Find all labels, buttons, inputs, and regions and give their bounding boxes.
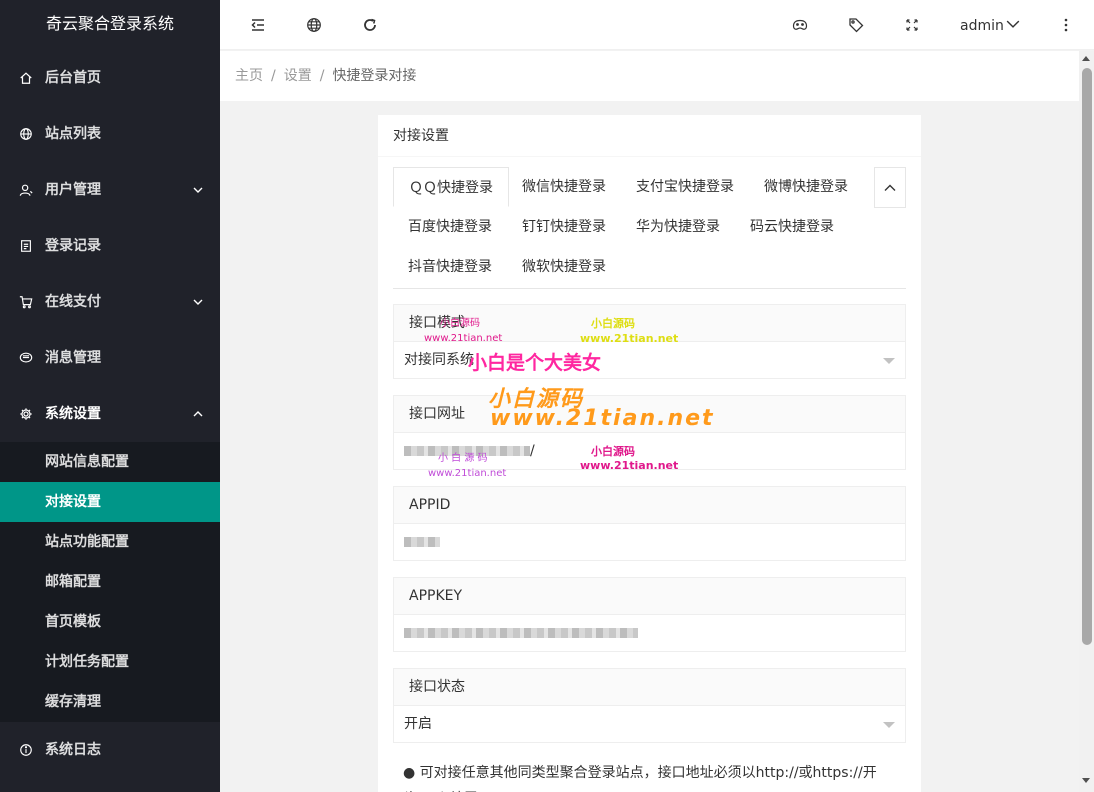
chevron-up-icon <box>193 411 203 417</box>
more-vertical-icon[interactable] <box>1058 17 1074 33</box>
select-value: 对接同系统 <box>404 352 474 368</box>
sidebar-item-users[interactable]: 用户管理 <box>0 162 220 218</box>
field-label: APPKEY <box>394 578 905 615</box>
appid-input[interactable] <box>394 524 905 560</box>
submenu-item-cron[interactable]: 计划任务配置 <box>0 642 220 682</box>
blurred-value <box>404 537 440 547</box>
interface-mode-select[interactable]: 对接同系统 <box>394 342 905 378</box>
tabs-collapse-toggle[interactable] <box>874 167 906 208</box>
sidebar-item-label: 站点列表 <box>45 126 101 142</box>
interface-url-input[interactable]: / <box>394 433 905 469</box>
scroll-up-arrow-icon[interactable] <box>1082 56 1090 61</box>
interface-status-select[interactable]: 开启 <box>394 706 905 742</box>
document-icon <box>18 238 34 254</box>
tab-microsoft[interactable]: 微软快捷登录 <box>507 247 621 287</box>
user-menu[interactable]: admin <box>960 17 1020 35</box>
submenu-item-email[interactable]: 邮箱配置 <box>0 562 220 602</box>
tab-dingtalk[interactable]: 钉钉快捷登录 <box>507 207 621 247</box>
tab-gitee[interactable]: 码云快捷登录 <box>735 207 849 247</box>
select-value: 开启 <box>404 716 432 732</box>
field-appid: APPID <box>393 486 906 561</box>
field-interface-mode: 接口模式 对接同系统 <box>393 304 906 379</box>
tab-alipay[interactable]: 支付宝快捷登录 <box>621 167 749 207</box>
sidebar-item-label: 系统设置 <box>45 406 101 422</box>
chevron-down-icon <box>1006 20 1020 28</box>
breadcrumb-separator: / <box>319 68 325 84</box>
card-title: 对接设置 <box>378 115 921 157</box>
gear-icon <box>18 406 34 422</box>
scrollbar-thumb[interactable] <box>1082 68 1092 645</box>
sidebar-item-label: 消息管理 <box>45 350 101 366</box>
sidebar-item-payment[interactable]: 在线支付 <box>0 274 220 330</box>
sidebar-item-sites[interactable]: 站点列表 <box>0 106 220 162</box>
tag-icon[interactable] <box>848 17 864 33</box>
field-label: 接口网址 <box>394 396 905 433</box>
sidebar-item-label: 用户管理 <box>45 182 101 198</box>
app-logo-title[interactable]: 奇云聚合登录系统 <box>0 0 220 50</box>
submenu-item-site-features[interactable]: 站点功能配置 <box>0 522 220 562</box>
chevron-up-icon <box>884 184 896 191</box>
user-icon <box>18 182 34 198</box>
scroll-down-arrow-icon[interactable] <box>1082 778 1090 783</box>
breadcrumb-settings[interactable]: 设置 <box>284 68 312 84</box>
sidebar-item-label: 在线支付 <box>45 294 101 310</box>
refresh-icon[interactable] <box>362 17 378 33</box>
sidebar-item-login-records[interactable]: 登录记录 <box>0 218 220 274</box>
username: admin <box>960 18 1004 34</box>
blurred-value <box>404 446 530 456</box>
blurred-value <box>404 628 638 638</box>
sidebar-item-system-settings[interactable]: 系统设置 <box>0 386 220 442</box>
sidebar: 奇云聚合登录系统 后台首页 站点列表 用户管理 登录记录 在线支付 消息管理 系… <box>0 0 220 792</box>
fullscreen-icon[interactable] <box>904 17 920 33</box>
tab-qq[interactable]: ＱＱ快捷登录 <box>393 167 509 207</box>
submenu-item-homepage-template[interactable]: 首页模板 <box>0 602 220 642</box>
sidebar-item-messages[interactable]: 消息管理 <box>0 330 220 386</box>
tab-huawei[interactable]: 华为快捷登录 <box>621 207 735 247</box>
breadcrumb-separator: / <box>271 68 276 84</box>
field-interface-url: 接口网址 / <box>393 395 906 470</box>
field-appkey: APPKEY <box>393 577 906 652</box>
submenu-item-integration[interactable]: 对接设置 <box>0 482 220 522</box>
sidebar-item-dashboard[interactable]: 后台首页 <box>0 50 220 106</box>
field-label: 接口状态 <box>394 669 905 706</box>
caret-down-icon <box>883 358 895 364</box>
home-icon <box>18 70 34 86</box>
breadcrumb: 主页 / 设置 / 快捷登录对接 <box>220 51 1079 101</box>
globe-icon[interactable] <box>306 17 322 33</box>
top-header: admin <box>220 0 1094 50</box>
help-note: ● 可对接任意其他同类型聚合登录站点，接口地址必须以http://或https:… <box>403 765 877 792</box>
breadcrumb-home[interactable]: 主页 <box>235 68 263 84</box>
theme-palette-icon[interactable] <box>792 17 808 33</box>
integration-settings-card: 对接设置 ＱＱ快捷登录 微信快捷登录 支付宝快捷登录 微博快捷登录 百度快捷登录… <box>378 115 921 792</box>
field-interface-status: 接口状态 开启 <box>393 668 906 743</box>
caret-down-icon <box>883 722 895 728</box>
tab-wechat[interactable]: 微信快捷登录 <box>507 167 621 207</box>
sidebar-item-label: 登录记录 <box>45 238 101 254</box>
breadcrumb-current: 快捷登录对接 <box>332 68 417 84</box>
chat-icon <box>18 350 34 366</box>
sidebar-item-system-log[interactable]: 系统日志 <box>0 722 220 778</box>
tab-weibo[interactable]: 微博快捷登录 <box>749 167 863 207</box>
submenu-item-cache[interactable]: 缓存清理 <box>0 682 220 722</box>
menu-collapse-icon[interactable] <box>250 17 266 33</box>
info-icon <box>18 742 34 758</box>
field-label: APPID <box>394 487 905 524</box>
sidebar-item-label: 后台首页 <box>45 70 101 86</box>
chevron-down-icon <box>193 187 203 193</box>
login-provider-tabs: ＱＱ快捷登录 微信快捷登录 支付宝快捷登录 微博快捷登录 百度快捷登录 钉钉快捷… <box>393 167 906 289</box>
tab-baidu[interactable]: 百度快捷登录 <box>393 207 507 247</box>
url-suffix: / <box>530 443 535 459</box>
submenu-item-site-info[interactable]: 网站信息配置 <box>0 442 220 482</box>
field-label: 接口模式 <box>394 305 905 342</box>
tab-douyin[interactable]: 抖音快捷登录 <box>393 247 507 287</box>
chevron-down-icon <box>193 299 203 305</box>
sidebar-item-label: 系统日志 <box>45 742 101 758</box>
appkey-input[interactable] <box>394 615 905 651</box>
globe-icon <box>18 126 34 142</box>
system-settings-submenu: 网站信息配置 对接设置 站点功能配置 邮箱配置 首页模板 计划任务配置 缓存清理 <box>0 442 220 722</box>
cart-icon <box>18 294 34 310</box>
